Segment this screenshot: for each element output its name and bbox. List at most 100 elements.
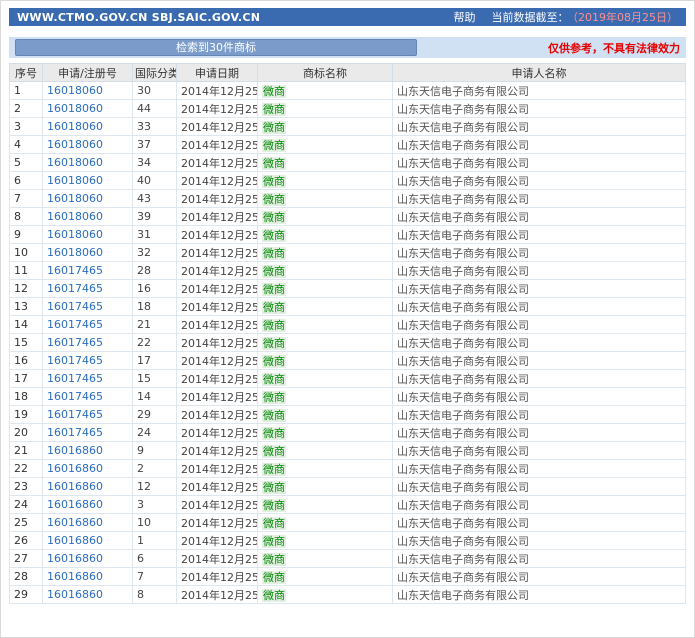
applicant-name-cell: 山东天信电子商务有限公司 — [393, 550, 686, 568]
application-number-link[interactable]: 16016860 — [47, 444, 103, 457]
application-date-cell: 2014年12月25日 — [177, 118, 258, 136]
application-number-link[interactable]: 16018060 — [47, 84, 103, 97]
intl-class-cell: 24 — [133, 424, 177, 442]
trademark-name-cell: 微商 — [258, 550, 393, 568]
applicant-name-cell: 山东天信电子商务有限公司 — [393, 424, 686, 442]
applicant-name-cell: 山东天信电子商务有限公司 — [393, 136, 686, 154]
trademark-name: 微商 — [262, 193, 286, 206]
trademark-name-cell: 微商 — [258, 298, 393, 316]
application-number-link[interactable]: 16016860 — [47, 498, 103, 511]
application-number-link[interactable]: 16017465 — [47, 264, 103, 277]
applicant-name-cell: 山东天信电子商务有限公司 — [393, 244, 686, 262]
trademark-name-cell: 微商 — [258, 172, 393, 190]
intl-class-cell: 7 — [133, 568, 177, 586]
applicant-name-cell: 山东天信电子商务有限公司 — [393, 172, 686, 190]
application-number-cell: 16016860 — [43, 460, 133, 478]
trademark-name-cell: 微商 — [258, 280, 393, 298]
application-number-link[interactable]: 16017465 — [47, 354, 103, 367]
applicant-name-cell: 山东天信电子商务有限公司 — [393, 316, 686, 334]
applicant-name-cell: 山东天信电子商务有限公司 — [393, 100, 686, 118]
table-row: 15 16017465 22 2014年12月25日 微商 山东天信电子商务有限… — [10, 334, 686, 352]
application-number-link[interactable]: 16016860 — [47, 534, 103, 547]
table-row: 28 16016860 7 2014年12月25日 微商 山东天信电子商务有限公… — [10, 568, 686, 586]
applicant-name-cell: 山东天信电子商务有限公司 — [393, 568, 686, 586]
row-number-cell: 18 — [10, 388, 43, 406]
intl-class-cell: 43 — [133, 190, 177, 208]
trademark-name-cell: 微商 — [258, 514, 393, 532]
row-number-cell: 26 — [10, 532, 43, 550]
table-row: 23 16016860 12 2014年12月25日 微商 山东天信电子商务有限… — [10, 478, 686, 496]
application-number-link[interactable]: 16017465 — [47, 426, 103, 439]
application-number-link[interactable]: 16016860 — [47, 462, 103, 475]
table-row: 19 16017465 29 2014年12月25日 微商 山东天信电子商务有限… — [10, 406, 686, 424]
table-row: 6 16018060 40 2014年12月25日 微商 山东天信电子商务有限公… — [10, 172, 686, 190]
trademark-name-cell: 微商 — [258, 496, 393, 514]
application-number-link[interactable]: 16017465 — [47, 318, 103, 331]
application-date-cell: 2014年12月25日 — [177, 82, 258, 100]
application-number-link[interactable]: 16018060 — [47, 138, 103, 151]
table-row: 25 16016860 10 2014年12月25日 微商 山东天信电子商务有限… — [10, 514, 686, 532]
table-header-row: 序号 申请/注册号 国际分类 申请日期 商标名称 申请人名称 — [10, 64, 686, 82]
application-number-cell: 16016860 — [43, 550, 133, 568]
table-row: 10 16018060 32 2014年12月25日 微商 山东天信电子商务有限… — [10, 244, 686, 262]
trademark-name: 微商 — [262, 373, 286, 386]
application-number-cell: 16017465 — [43, 298, 133, 316]
application-number-link[interactable]: 16016860 — [47, 552, 103, 565]
application-number-cell: 16017465 — [43, 370, 133, 388]
application-number-link[interactable]: 16016860 — [47, 480, 103, 493]
top-bar: WWW.CTMO.GOV.CN SBJ.SAIC.GOV.CN 帮助 当前数据截… — [9, 8, 686, 26]
table-row: 20 16017465 24 2014年12月25日 微商 山东天信电子商务有限… — [10, 424, 686, 442]
trademark-name: 微商 — [262, 85, 286, 98]
application-number-link[interactable]: 16018060 — [47, 156, 103, 169]
application-number-cell: 16017465 — [43, 406, 133, 424]
applicant-name-cell: 山东天信电子商务有限公司 — [393, 352, 686, 370]
applicant-name-cell: 山东天信电子商务有限公司 — [393, 262, 686, 280]
application-date-cell: 2014年12月25日 — [177, 442, 258, 460]
application-number-link[interactable]: 16017465 — [47, 372, 103, 385]
trademark-name-cell: 微商 — [258, 208, 393, 226]
col-header-trademark-name: 商标名称 — [258, 64, 393, 82]
table-row: 26 16016860 1 2014年12月25日 微商 山东天信电子商务有限公… — [10, 532, 686, 550]
application-number-link[interactable]: 16018060 — [47, 174, 103, 187]
application-date-cell: 2014年12月25日 — [177, 244, 258, 262]
trademark-name: 微商 — [262, 445, 286, 458]
trademark-name-cell: 微商 — [258, 316, 393, 334]
intl-class-cell: 18 — [133, 298, 177, 316]
application-number-link[interactable]: 16017465 — [47, 408, 103, 421]
application-number-link[interactable]: 16017465 — [47, 300, 103, 313]
top-bar-right: 帮助 当前数据截至：（2019年08月25日） — [454, 9, 679, 25]
table-row: 24 16016860 3 2014年12月25日 微商 山东天信电子商务有限公… — [10, 496, 686, 514]
application-date-cell: 2014年12月25日 — [177, 298, 258, 316]
application-number-link[interactable]: 16017465 — [47, 282, 103, 295]
application-number-cell: 16017465 — [43, 316, 133, 334]
table-row: 18 16017465 14 2014年12月25日 微商 山东天信电子商务有限… — [10, 388, 686, 406]
table-row: 16 16017465 17 2014年12月25日 微商 山东天信电子商务有限… — [10, 352, 686, 370]
application-date-cell: 2014年12月25日 — [177, 334, 258, 352]
row-number-cell: 8 — [10, 208, 43, 226]
help-link[interactable]: 帮助 — [454, 9, 476, 25]
row-number-cell: 3 — [10, 118, 43, 136]
application-number-link[interactable]: 16018060 — [47, 120, 103, 133]
row-number-cell: 20 — [10, 424, 43, 442]
application-number-link[interactable]: 16018060 — [47, 228, 103, 241]
application-number-link[interactable]: 16018060 — [47, 210, 103, 223]
application-number-link[interactable]: 16016860 — [47, 570, 103, 583]
intl-class-cell: 31 — [133, 226, 177, 244]
result-count-button[interactable]: 检索到30件商标 — [15, 39, 417, 56]
row-number-cell: 10 — [10, 244, 43, 262]
col-header-intl-class: 国际分类 — [133, 64, 177, 82]
intl-class-cell: 12 — [133, 478, 177, 496]
application-number-link[interactable]: 16016860 — [47, 516, 103, 529]
application-number-link[interactable]: 16018060 — [47, 246, 103, 259]
intl-class-cell: 32 — [133, 244, 177, 262]
application-date-cell: 2014年12月25日 — [177, 370, 258, 388]
row-number-cell: 23 — [10, 478, 43, 496]
application-number-link[interactable]: 16018060 — [47, 102, 103, 115]
application-number-link[interactable]: 16016860 — [47, 588, 103, 601]
application-number-link[interactable]: 16018060 — [47, 192, 103, 205]
trademark-name-cell: 微商 — [258, 370, 393, 388]
application-number-link[interactable]: 16017465 — [47, 390, 103, 403]
application-number-link[interactable]: 16017465 — [47, 336, 103, 349]
application-number-cell: 16016860 — [43, 532, 133, 550]
result-bar: 检索到30件商标 仅供参考，不具有法律效力 — [9, 37, 686, 58]
